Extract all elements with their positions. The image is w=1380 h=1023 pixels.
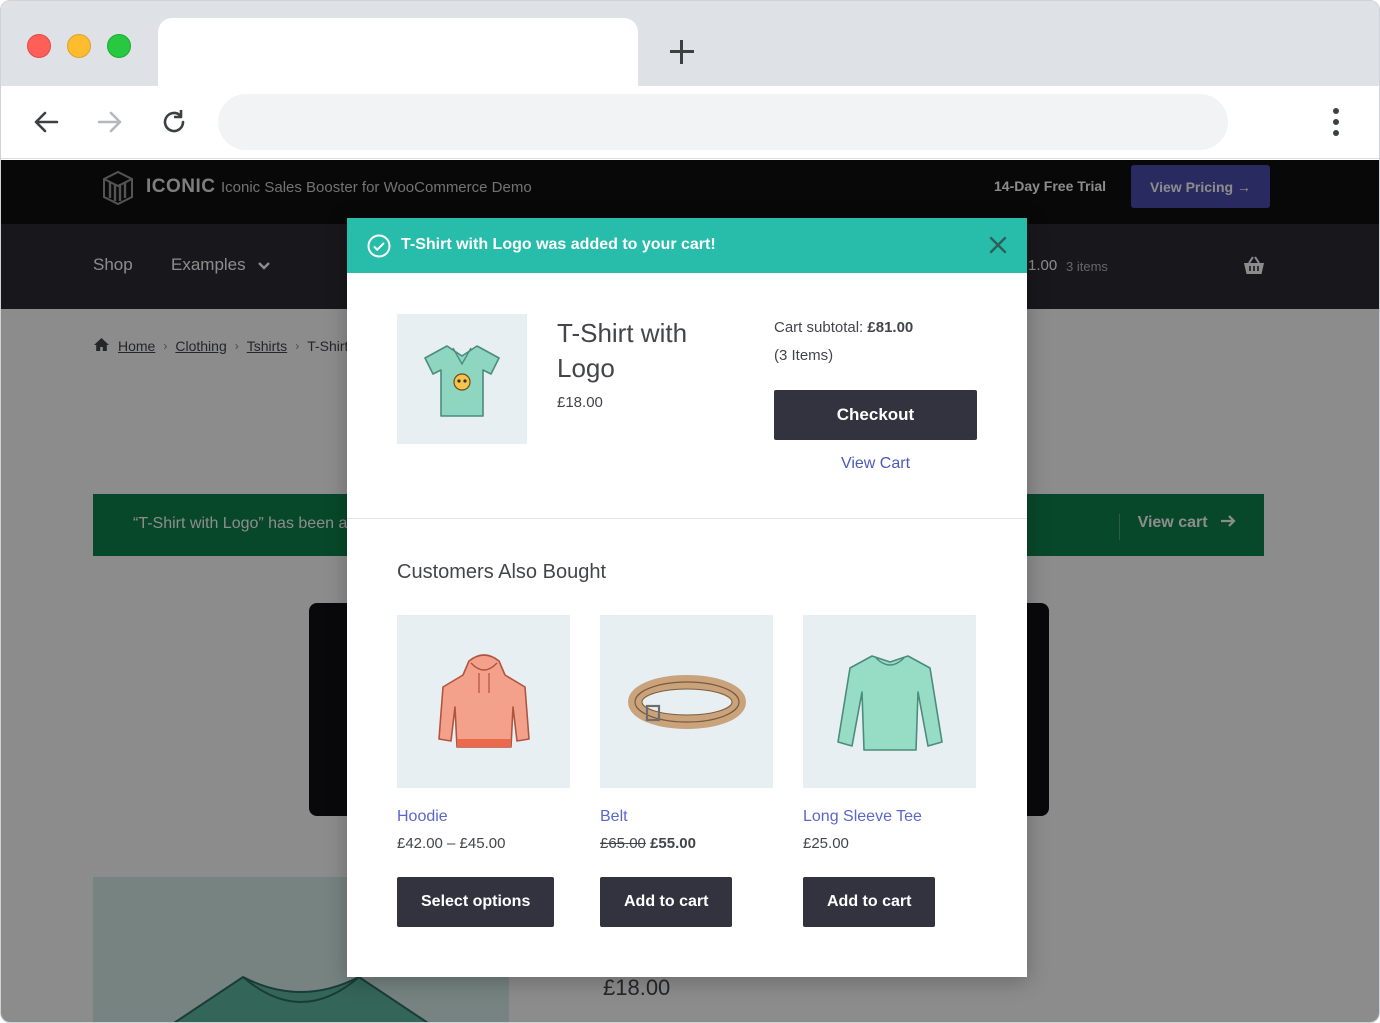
maximize-window-button[interactable] — [107, 34, 131, 58]
address-bar[interactable] — [218, 94, 1228, 150]
subtotal-value: £81.00 — [867, 319, 914, 336]
view-cart-link[interactable]: View Cart — [774, 455, 977, 473]
product-price: £18.00 — [557, 394, 603, 411]
modal-title: T-Shirt with Logo was added to your cart… — [401, 236, 716, 253]
recommended-product: Hoodie £42.00 – £45.00 Select options — [397, 615, 570, 927]
sale-price: £55.00 — [650, 835, 696, 852]
minimize-window-button[interactable] — [67, 34, 91, 58]
checkout-button[interactable]: Checkout — [774, 390, 977, 440]
subtotal-label: Cart subtotal: — [774, 319, 864, 336]
product-thumbnail[interactable] — [397, 314, 527, 444]
belt-image[interactable] — [600, 615, 773, 788]
recommended-product-name[interactable]: Hoodie — [397, 808, 448, 826]
recommended-product-name[interactable]: Belt — [600, 808, 628, 826]
recommended-product-price: £25.00 — [803, 835, 849, 852]
cart-item-count: (3 Items) — [774, 347, 834, 364]
add-to-cart-button[interactable]: Add to cart — [803, 877, 936, 927]
cart-subtotal: Cart subtotal: £81.00 — [774, 319, 913, 336]
new-tab-icon[interactable] — [667, 37, 697, 67]
recommended-product-price: £42.00 – £45.00 — [397, 835, 506, 852]
also-bought-title: Customers Also Bought — [397, 561, 606, 583]
recommended-product: Belt £65.00 £55.00 Add to cart — [600, 615, 773, 927]
old-price: £65.00 — [600, 835, 646, 852]
long-sleeve-tee-image[interactable] — [803, 615, 976, 788]
product-name: T-Shirt with Logo — [557, 318, 688, 383]
recommended-product-price: £65.00 £55.00 — [600, 835, 696, 852]
browser-window: ICONIC Iconic Sales Booster for WooComme… — [0, 0, 1380, 1023]
browser-menu-icon[interactable] — [1321, 106, 1351, 138]
active-tab[interactable] — [158, 18, 638, 88]
modal-divider — [347, 518, 1027, 519]
tab-strip — [1, 1, 1379, 88]
add-to-cart-button[interactable]: Add to cart — [600, 877, 733, 927]
browser-toolbar — [1, 86, 1379, 159]
added-to-cart-modal: T-Shirt with Logo was added to your cart… — [347, 218, 1027, 977]
modal-header: T-Shirt with Logo was added to your cart… — [347, 218, 1027, 273]
close-window-button[interactable] — [27, 34, 51, 58]
recommended-product: Long Sleeve Tee £25.00 Add to cart — [803, 615, 976, 927]
recommended-product-name[interactable]: Long Sleeve Tee — [803, 808, 922, 826]
forward-arrow-icon[interactable] — [92, 104, 128, 140]
reload-icon[interactable] — [156, 104, 192, 140]
check-circle-icon — [367, 234, 391, 258]
close-icon[interactable] — [987, 234, 1009, 256]
hoodie-image[interactable] — [397, 615, 570, 788]
back-arrow-icon[interactable] — [28, 104, 64, 140]
select-options-button[interactable]: Select options — [397, 877, 555, 927]
